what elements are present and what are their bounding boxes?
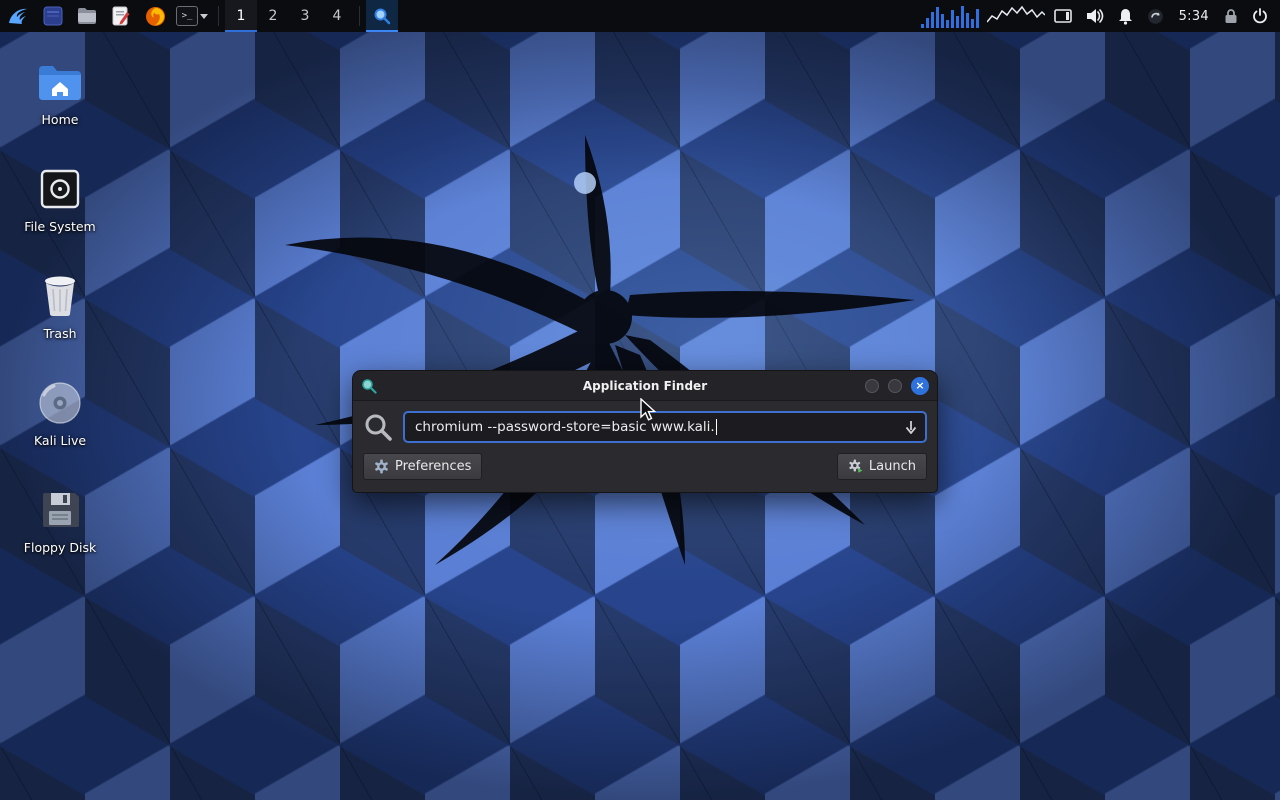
window-search-icon xyxy=(361,378,377,394)
notification-bell-icon xyxy=(1118,8,1133,25)
launch-icon xyxy=(848,459,863,474)
search-icon xyxy=(373,7,391,25)
status-circle-icon xyxy=(1147,8,1164,25)
desktop-icon-label: File System xyxy=(10,219,110,234)
home-folder-icon xyxy=(37,62,83,102)
titlebar[interactable]: Application Finder × xyxy=(353,371,937,401)
dialog-body: chromium --password-store=basic www.kali… xyxy=(353,401,937,492)
panel-separator xyxy=(359,6,360,26)
kali-menu-icon xyxy=(7,5,29,27)
close-button[interactable]: × xyxy=(911,377,929,395)
gear-icon xyxy=(374,459,389,474)
workspace-3[interactable]: 3 xyxy=(289,0,321,32)
audio-spectrum-visualizer xyxy=(919,0,985,32)
terminal-dropdown-button[interactable]: >_ xyxy=(172,0,212,32)
file-manager-icon xyxy=(77,7,97,25)
display-tray-button[interactable] xyxy=(1047,0,1079,32)
close-icon: × xyxy=(915,380,924,391)
files-app-button[interactable] xyxy=(36,0,70,32)
desktop-icon-trash[interactable]: Trash xyxy=(10,270,110,341)
search-input[interactable]: chromium --password-store=basic www.kali… xyxy=(403,411,927,443)
audio-spectrum-icon xyxy=(921,4,983,28)
screen-lock-button[interactable] xyxy=(1217,0,1245,32)
volume-icon xyxy=(1086,8,1104,24)
optical-disc-icon xyxy=(38,381,82,425)
desktop-icon-kali-live[interactable]: Kali Live xyxy=(10,377,110,448)
search-icon xyxy=(363,412,393,442)
preferences-button[interactable]: Preferences xyxy=(363,453,482,480)
desktop-icon-home[interactable]: Home xyxy=(10,56,110,127)
chevron-down-icon xyxy=(200,14,208,19)
trash-icon xyxy=(41,275,79,317)
firefox-button[interactable] xyxy=(138,0,172,32)
launch-button[interactable]: Launch xyxy=(837,453,927,480)
workspace-2[interactable]: 2 xyxy=(257,0,289,32)
workspace-4[interactable]: 4 xyxy=(321,0,353,32)
power-button[interactable] xyxy=(1245,0,1280,32)
minimize-button[interactable] xyxy=(865,379,879,393)
volume-tray-button[interactable] xyxy=(1079,0,1111,32)
file-system-drive-icon xyxy=(39,168,81,210)
top-panel: >_ 1 2 3 4 xyxy=(0,0,1280,32)
power-icon xyxy=(1252,8,1268,24)
history-dropdown-button[interactable] xyxy=(897,413,925,441)
text-caret xyxy=(716,419,717,435)
desktop-icon-label: Kali Live xyxy=(10,433,110,448)
files-app-icon xyxy=(43,6,63,26)
display-icon xyxy=(1054,9,1072,23)
text-editor-icon xyxy=(112,6,130,26)
maximize-button[interactable] xyxy=(888,379,902,393)
cpu-graph xyxy=(985,0,1047,32)
terminal-icon: >_ xyxy=(176,6,198,26)
workspace-pager: 1 2 3 4 xyxy=(225,0,353,32)
search-input-value: chromium --password-store=basic www.kali… xyxy=(415,419,715,435)
notification-tray-button[interactable] xyxy=(1111,0,1140,32)
text-editor-button[interactable] xyxy=(104,0,138,32)
cpu-graph-icon xyxy=(987,4,1045,28)
kali-menu-button[interactable] xyxy=(0,0,36,32)
dropdown-arrow-icon xyxy=(905,420,917,434)
application-finder-window: Application Finder × chromium --password… xyxy=(352,370,938,493)
panel-clock[interactable]: 5:34 xyxy=(1171,9,1217,24)
application-finder-launcher[interactable] xyxy=(366,0,398,32)
desktop-icon-label: Trash xyxy=(10,326,110,341)
lock-icon xyxy=(1224,8,1238,24)
workspace-1[interactable]: 1 xyxy=(225,0,257,32)
launch-label: Launch xyxy=(869,459,916,474)
preferences-label: Preferences xyxy=(395,459,471,474)
firefox-icon xyxy=(145,6,166,27)
panel-separator xyxy=(218,6,219,26)
desktop-icon-label: Floppy Disk xyxy=(10,540,110,555)
status-circle-button[interactable] xyxy=(1140,0,1171,32)
desktop-icon-file-system[interactable]: File System xyxy=(10,163,110,234)
floppy-disk-icon xyxy=(39,489,81,531)
desktop-icon-label: Home xyxy=(10,112,110,127)
file-manager-button[interactable] xyxy=(70,0,104,32)
window-title: Application Finder xyxy=(353,379,937,393)
kali-dragon-silhouette xyxy=(255,95,945,575)
desktop-icon-floppy-disk[interactable]: Floppy Disk xyxy=(10,484,110,555)
